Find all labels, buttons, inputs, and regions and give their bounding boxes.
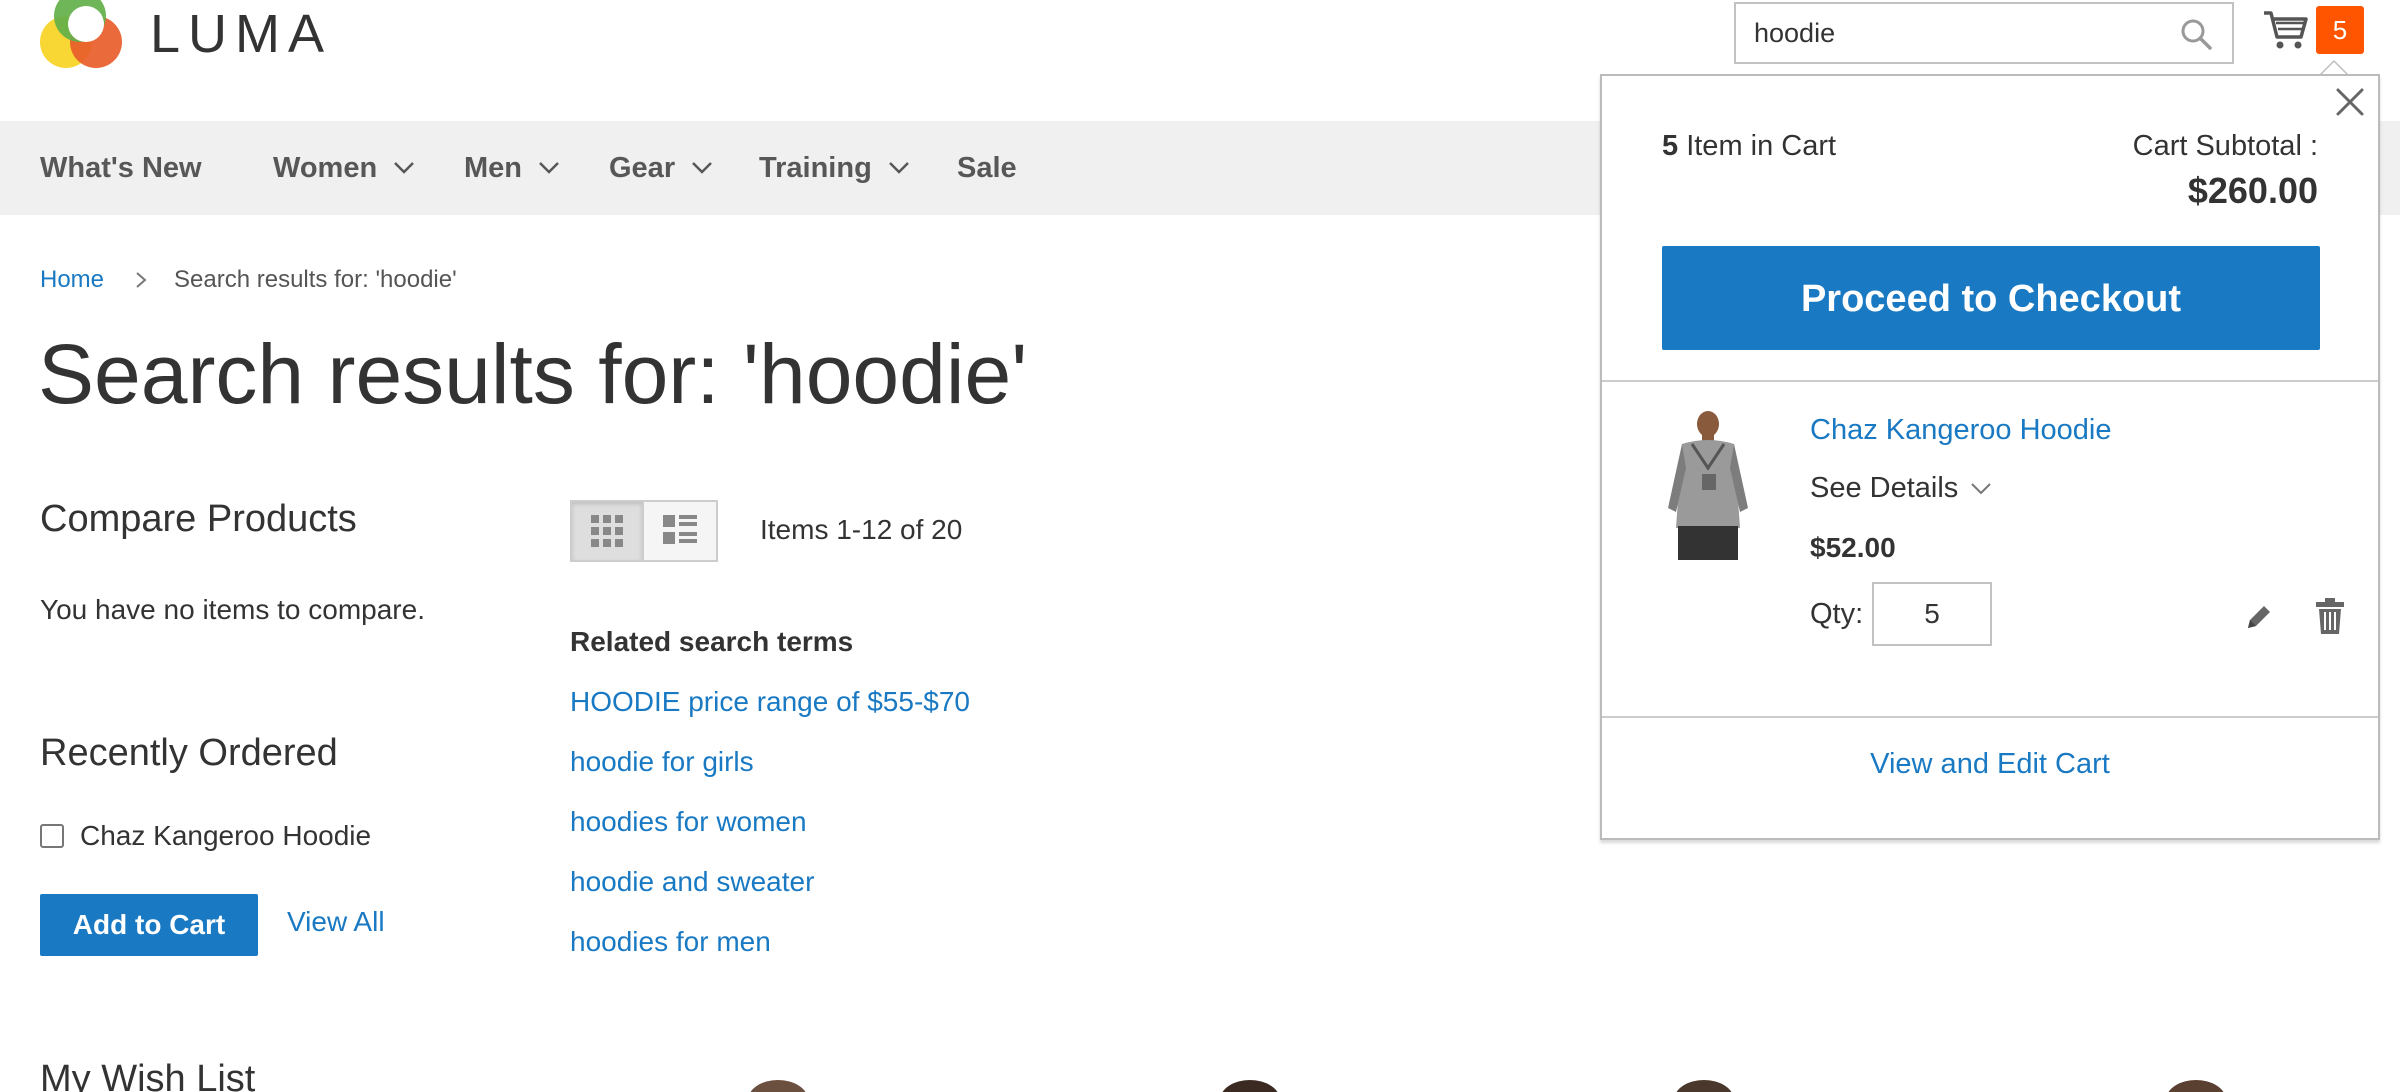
minicart-count-number: 5 [1662,130,1679,162]
product-image[interactable] [1654,1080,1754,1092]
nav-item-men[interactable]: Men [464,121,560,215]
logo-text: LUMA [150,4,333,64]
view-and-edit-cart-link[interactable]: View and Edit Cart [1602,748,2378,781]
grid-icon [591,515,623,547]
nav-label: What's New [40,152,202,184]
compare-empty-message: You have no items to compare. [40,594,425,625]
cart-icon [2264,11,2308,49]
search-icon[interactable] [2180,18,2212,50]
luma-logo[interactable]: LUMA [40,0,332,72]
list-mode-button[interactable] [644,500,718,562]
related-term-link[interactable]: HOODIE price range of $55-$70 [570,686,970,718]
product-image[interactable] [728,1080,828,1092]
divider [1602,380,2378,382]
minicart-count-text: Item in Cart [1678,130,1837,162]
nav-label: Training [759,152,872,184]
chevron-right-icon [136,272,147,288]
recent-item-checkbox[interactable] [40,824,64,848]
chevron-down-icon [539,162,559,174]
trash-icon[interactable] [2316,598,2344,634]
product-thumbnail[interactable] [1662,408,1752,560]
nav-item-sale[interactable]: Sale [957,121,1017,215]
related-search-title: Related search terms [570,626,854,657]
minicart-dropdown: 5 Item in Cart Cart Subtotal : $260.00 P… [1600,74,2380,840]
recent-item-name: Chaz Kangeroo Hoodie [80,820,372,851]
edit-icon[interactable] [2244,602,2274,632]
nav-label: Gear [609,152,676,184]
nav-label: Men [464,152,522,184]
recently-ordered-title: Recently Ordered [40,732,338,774]
related-term-link[interactable]: hoodie and sweater [570,866,814,898]
proceed-to-checkout-button[interactable]: Proceed to Checkout [1662,246,2320,350]
see-details-label: See Details [1810,472,1959,504]
minicart-item-count: 5 Item in Cart [1662,130,1836,163]
nav-label: Women [273,152,378,184]
cart-subtotal-value: $260.00 [2187,170,2318,211]
breadcrumb-current: Search results for: 'hoodie' [174,266,457,293]
recent-item: Chaz Kangeroo Hoodie [40,820,371,852]
grid-mode-button[interactable] [570,500,644,562]
minicart-arrow [2320,60,2348,74]
chevron-down-icon [692,162,712,174]
nav-item-whats-new[interactable]: What's New [40,121,202,215]
see-details-toggle[interactable]: See Details [1810,472,1992,505]
chevron-down-icon [1971,482,1992,494]
view-all-link[interactable]: View All [287,906,385,938]
divider [1602,716,2378,718]
related-term-link[interactable]: hoodies for men [570,926,771,958]
wishlist-title: My Wish List [40,1058,256,1092]
cart-subtotal-label: Cart Subtotal : [2132,130,2318,162]
list-icon [663,515,697,544]
chevron-down-icon [394,162,415,174]
minicart-toggle[interactable]: 5 [2262,6,2364,54]
view-mode-switcher [570,500,718,562]
related-term-link[interactable]: hoodies for women [570,806,807,838]
luma-logo-mark [40,0,128,72]
search-box [1734,2,2234,64]
cart-count-badge: 5 [2316,6,2364,54]
breadcrumb-home-link[interactable]: Home [40,266,104,294]
qty-input[interactable] [1872,582,1992,646]
add-to-cart-button[interactable]: Add to Cart [40,894,258,956]
nav-label: Sale [957,152,1017,184]
cart-item-name-link[interactable]: Chaz Kangeroo Hoodie [1810,414,2111,447]
page-title: Search results for: 'hoodie' [38,327,1028,421]
toolbar-amount: Items 1-12 of 20 [760,514,963,545]
product-image[interactable] [2146,1080,2246,1092]
search-input[interactable] [1736,4,2156,62]
breadcrumb: Home Search results for: 'hoodie' [40,266,457,294]
chevron-down-icon [888,162,909,174]
nav-item-women[interactable]: Women [273,121,415,215]
related-term-link[interactable]: hoodie for girls [570,746,754,778]
qty-label: Qty: [1810,598,1864,630]
nav-item-gear[interactable]: Gear [609,121,713,215]
close-icon[interactable] [2332,84,2368,120]
product-image[interactable] [1200,1080,1300,1092]
compare-products-title: Compare Products [40,498,357,540]
nav-item-training[interactable]: Training [759,121,910,215]
cart-item-price: $52.00 [1810,532,1896,563]
